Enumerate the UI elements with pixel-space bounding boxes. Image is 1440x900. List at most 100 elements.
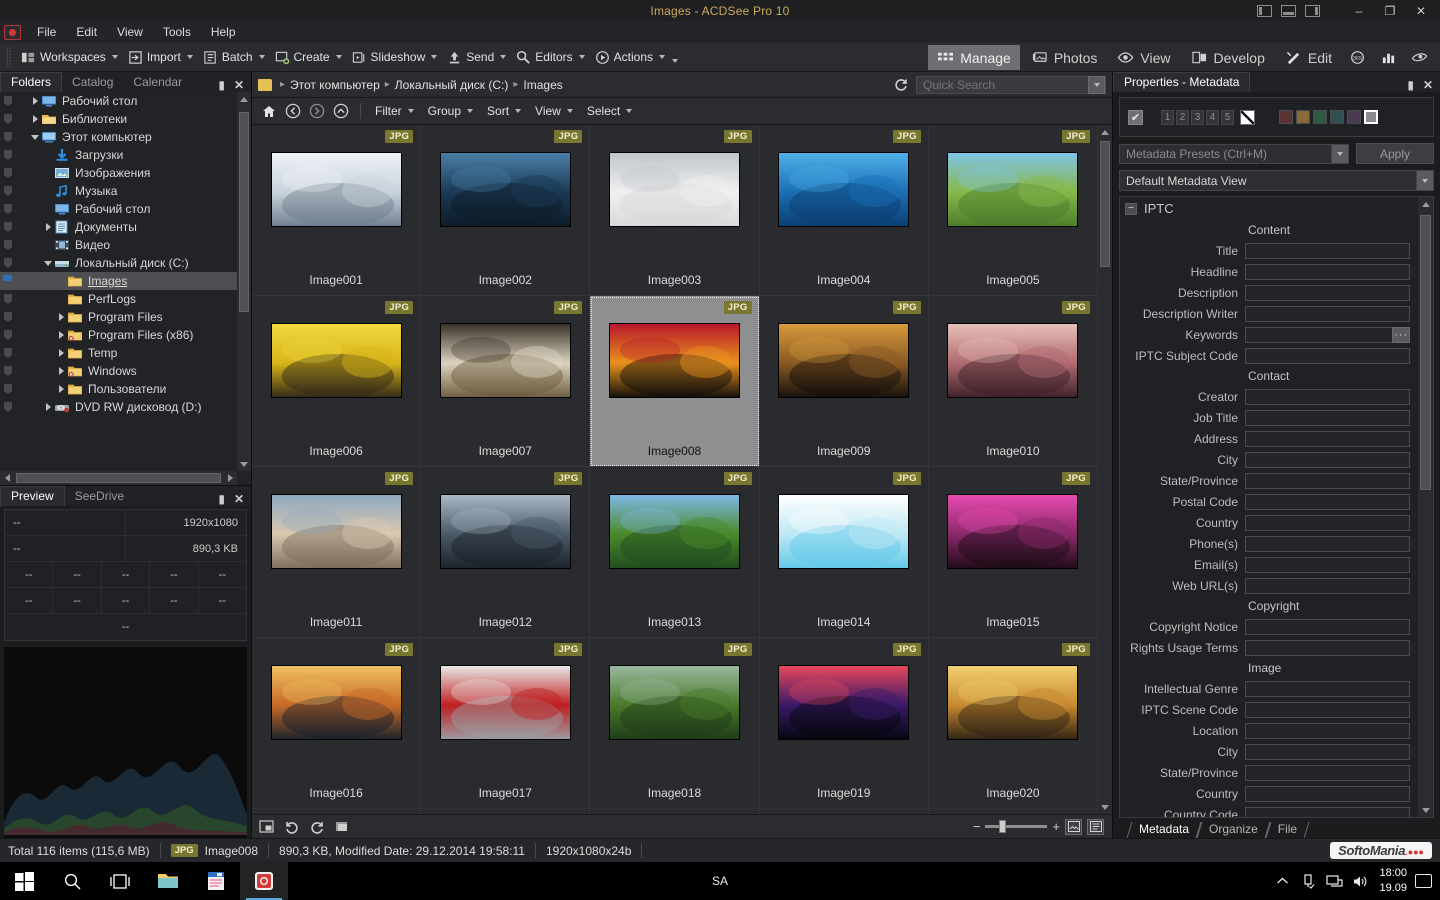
folder-tree-item-[interactable]: Этот компьютер xyxy=(0,128,237,146)
hscroll-thumb[interactable] xyxy=(16,473,221,483)
thumbnail-image[interactable] xyxy=(439,665,571,740)
thumbnail-item[interactable]: JPG xyxy=(252,809,422,814)
filmstrip-icon[interactable] xyxy=(334,819,350,835)
tab-file[interactable]: File xyxy=(1268,820,1307,838)
thumbnail-image[interactable] xyxy=(778,494,910,569)
scroll-up-arrow[interactable] xyxy=(1418,197,1433,211)
toolbar-send[interactable]: Send xyxy=(442,46,511,69)
folder-badge-icon[interactable] xyxy=(2,166,14,180)
metadata-field-input[interactable] xyxy=(1245,451,1410,468)
view-menu[interactable]: View xyxy=(529,102,579,120)
breadcrumb-item-1[interactable]: Локальный диск (C:) xyxy=(392,77,512,93)
toolbar-import[interactable]: Import xyxy=(123,46,198,69)
folder-badge-icon[interactable] xyxy=(2,94,14,108)
chevron-down-icon[interactable] xyxy=(111,55,118,59)
metadata-field-input[interactable] xyxy=(1245,493,1410,510)
metadata-view-combo[interactable]: Default Metadata View xyxy=(1119,170,1434,191)
metadata-scrollbar[interactable] xyxy=(1418,197,1433,817)
mode-manage[interactable]: Manage xyxy=(928,45,1020,70)
checked-icon[interactable]: ✔ xyxy=(1128,109,1143,125)
mode-develop[interactable]: Develop xyxy=(1182,45,1274,70)
rating-2-button[interactable]: 2 xyxy=(1176,109,1189,125)
expand-arrow-icon[interactable] xyxy=(42,403,54,411)
metadata-field-input[interactable] xyxy=(1245,472,1410,489)
pin-icon[interactable]: ▮ xyxy=(218,492,225,506)
start-icon[interactable] xyxy=(0,862,48,900)
thumbnail-image[interactable] xyxy=(947,152,1079,227)
thumbnail-item[interactable]: JPG xyxy=(421,809,591,814)
thumbnail-image[interactable] xyxy=(608,152,740,227)
folder-tree-item-[interactable]: Документы xyxy=(0,218,237,236)
metadata-field-input[interactable] xyxy=(1245,785,1410,802)
scroll-down-arrow[interactable] xyxy=(237,457,251,471)
metadata-field-input[interactable] xyxy=(1245,618,1410,635)
menu-file[interactable]: File xyxy=(27,23,66,41)
panel-left-toggle-icon[interactable] xyxy=(1257,4,1272,17)
folder-badge-icon[interactable] xyxy=(2,202,14,216)
thumbnail-image[interactable] xyxy=(439,494,571,569)
color-label-chip-5[interactable] xyxy=(1364,110,1378,124)
folder-badge-icon[interactable] xyxy=(2,346,14,360)
folder-tree-item-[interactable]: Библиотеки xyxy=(0,110,237,128)
acdsee-icon[interactable] xyxy=(240,862,288,900)
mode-edit[interactable]: Edit xyxy=(1276,45,1341,70)
usb-icon[interactable] xyxy=(1295,862,1321,900)
rating-5-button[interactable]: 5 xyxy=(1221,109,1234,125)
thumbnail-item[interactable]: JPG Image020 xyxy=(928,638,1098,809)
thumbnail-item[interactable]: JPG Image004 xyxy=(759,125,929,296)
volume-icon[interactable] xyxy=(1347,862,1373,900)
color-label-chip-4[interactable] xyxy=(1347,110,1361,124)
hscroll-left-arrow[interactable] xyxy=(0,474,14,482)
thumbnail-image[interactable] xyxy=(439,152,571,227)
up-icon[interactable] xyxy=(330,101,352,122)
chevron-up-icon[interactable] xyxy=(1269,862,1295,900)
folder-badge-icon[interactable] xyxy=(2,274,14,288)
thumbnail-item[interactable]: JPG Image007 xyxy=(421,296,591,467)
folder-badge-icon[interactable] xyxy=(2,220,14,234)
tab-seedrive[interactable]: SeeDrive xyxy=(65,487,134,506)
folder-badge-icon[interactable] xyxy=(2,328,14,342)
thumbnail-item[interactable]: JPG Image012 xyxy=(421,467,591,638)
thumbnail-item[interactable]: JPG Image017 xyxy=(421,638,591,809)
expand-arrow-icon[interactable] xyxy=(55,367,67,375)
breadcrumb-item-2[interactable]: Images xyxy=(520,77,565,93)
toolbar-batch[interactable]: Batch xyxy=(198,46,270,69)
metadata-presets-combo[interactable]: Metadata Presets (Ctrl+M) xyxy=(1119,143,1349,164)
thumbnail-item[interactable]: JPG Image008 xyxy=(590,296,760,467)
restore-button[interactable]: ❐ xyxy=(1379,3,1401,19)
taskview-icon[interactable] xyxy=(96,862,144,900)
metadata-field-input[interactable] xyxy=(1245,388,1410,405)
tab-organize[interactable]: Organize xyxy=(1199,820,1268,838)
metadata-field-input[interactable] xyxy=(1245,577,1410,594)
pin-icon[interactable]: ▮ xyxy=(218,78,225,92)
rating-1-button[interactable]: 1 xyxy=(1161,109,1174,125)
tab-metadata[interactable]: Metadata xyxy=(1129,820,1199,838)
metadata-field-input[interactable] xyxy=(1245,806,1410,817)
minimize-button[interactable]: – xyxy=(1348,3,1370,19)
taskbar-clock[interactable]: 18:00 19.09 xyxy=(1373,866,1413,896)
folder-badge-icon[interactable] xyxy=(2,382,14,396)
metadata-field-input[interactable] xyxy=(1245,409,1410,426)
thumbnail-image[interactable] xyxy=(270,323,402,398)
search-icon[interactable] xyxy=(48,862,96,900)
breadcrumb-item-0[interactable]: Этот компьютер xyxy=(287,77,383,93)
toolbar-overflow-icon[interactable] xyxy=(672,59,678,63)
thumbnail-item[interactable]: JPG Image015 xyxy=(928,467,1098,638)
scroll-up-arrow[interactable] xyxy=(1098,125,1112,139)
metadata-field-input[interactable] xyxy=(1245,535,1410,552)
metadata-field-input[interactable] xyxy=(1245,305,1410,322)
refresh-icon[interactable] xyxy=(893,77,909,93)
collapse-icon[interactable]: − xyxy=(1125,202,1137,215)
folder-badge-icon[interactable] xyxy=(2,130,14,144)
apply-button[interactable]: Apply xyxy=(1356,143,1434,164)
home-icon[interactable] xyxy=(258,101,280,122)
thumbnail-item[interactable]: JPG Image019 xyxy=(759,638,929,809)
thumbnail-size-slider[interactable] xyxy=(985,820,1048,833)
select-menu[interactable]: Select xyxy=(581,102,638,120)
explorer-icon[interactable] xyxy=(144,862,192,900)
metadata-field-input[interactable] xyxy=(1245,326,1392,343)
folder-tree-item-program-files[interactable]: Program Files xyxy=(0,308,237,326)
folder-badge-icon[interactable] xyxy=(2,400,14,414)
expand-arrow-icon[interactable] xyxy=(55,349,67,357)
slider-knob[interactable] xyxy=(999,820,1007,833)
